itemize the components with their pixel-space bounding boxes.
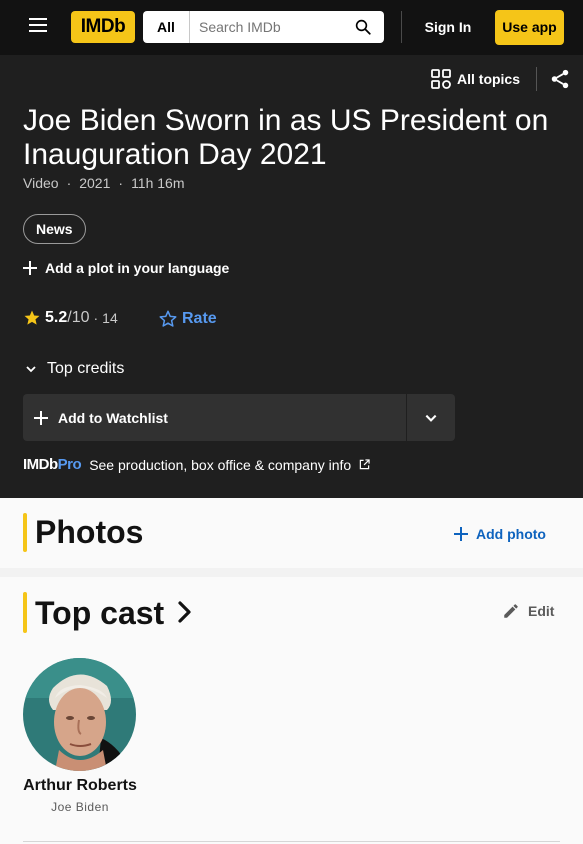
rate-button[interactable]: Rate [158, 309, 217, 329]
hamburger-menu-icon[interactable] [29, 18, 49, 34]
add-plot-label: Add a plot in your language [45, 260, 230, 276]
pencil-icon [504, 604, 518, 618]
top-navbar: IMDb All Sign In Use app [0, 0, 583, 55]
all-topics-button[interactable]: All topics [431, 69, 520, 89]
top-credits-toggle[interactable]: Top credits [25, 360, 124, 378]
plus-icon [23, 261, 37, 275]
watchlist-label: Add to Watchlist [58, 409, 168, 426]
search-icon[interactable] [354, 18, 372, 36]
search-category-select[interactable]: All [143, 11, 190, 43]
top-cast-section: Top cast Edit Arthur Roberts Joe Biden [0, 577, 583, 844]
top-credits-label: Top credits [47, 360, 125, 377]
imdbpro-logo: IMDbPro [23, 456, 82, 473]
rating-separator: · [93, 310, 99, 326]
plus-icon [454, 527, 468, 541]
sign-in-button[interactable]: Sign In [418, 11, 478, 43]
grid-icon [431, 69, 451, 89]
nav-divider [401, 11, 402, 43]
add-photo-label: Add photo [476, 526, 546, 542]
photos-section: Photos Add photo [0, 498, 583, 568]
content-area: Photos Add photo Top cast Edit Arthur Ro… [0, 498, 583, 844]
add-to-watchlist-button[interactable]: Add to Watchlist [23, 394, 406, 441]
add-plot-button[interactable]: Add a plot in your language [23, 260, 229, 276]
star-filled-icon [24, 310, 40, 325]
actor-photo [23, 658, 136, 771]
add-photo-button[interactable]: Add photo [454, 526, 546, 542]
search-bar: All [143, 11, 384, 43]
imdbpro-label: See production, box office & company inf… [89, 456, 352, 473]
search-input[interactable] [191, 11, 341, 43]
chevron-down-icon [26, 366, 36, 373]
chevron-down-icon [425, 414, 437, 422]
rate-label: Rate [182, 310, 217, 327]
top-cast-heading[interactable]: Top cast [35, 595, 164, 632]
chevron-right-icon[interactable] [176, 599, 194, 625]
meta-runtime: 11h 16m [131, 175, 185, 191]
genre-chip[interactable]: News [23, 214, 86, 244]
edit-cast-button[interactable]: Edit [502, 602, 554, 620]
all-topics-label: All topics [457, 71, 521, 87]
star-outline-icon [159, 310, 177, 327]
external-link-icon [359, 459, 370, 470]
cast-member-name[interactable]: Arthur Roberts [0, 777, 160, 795]
use-app-button[interactable]: Use app [495, 10, 564, 45]
rating-scale: /10 [67, 309, 90, 326]
page-title: Joe Biden Sworn in as US President on In… [23, 104, 549, 171]
imdb-rating[interactable]: 5.2 /10 · 14 [23, 309, 118, 327]
meta-year[interactable]: 2021 [79, 175, 110, 191]
title-hero: All topics Joe Biden Sworn in as US Pres… [0, 55, 583, 498]
section-divider [23, 841, 560, 842]
imdb-logo[interactable]: IMDb [71, 11, 135, 43]
cast-member-character[interactable]: Joe Biden [0, 800, 160, 814]
edit-label: Edit [528, 603, 555, 619]
share-icon[interactable] [549, 68, 571, 90]
imdbpro-link[interactable]: IMDbPro See production, box office & com… [23, 456, 370, 473]
rating-score: 5.2 [45, 309, 68, 326]
photos-heading: Photos [35, 514, 144, 550]
topics-divider [536, 67, 537, 91]
meta-type[interactable]: Video [23, 175, 59, 191]
title-metadata: Video · 2021 · 11h 16m [23, 175, 185, 191]
watchlist-dropdown-button[interactable] [407, 394, 455, 441]
rating-count: 14 [102, 310, 118, 326]
plus-icon [34, 410, 48, 425]
cast-avatar[interactable] [23, 658, 136, 771]
watchlist-control: Add to Watchlist [23, 394, 455, 441]
